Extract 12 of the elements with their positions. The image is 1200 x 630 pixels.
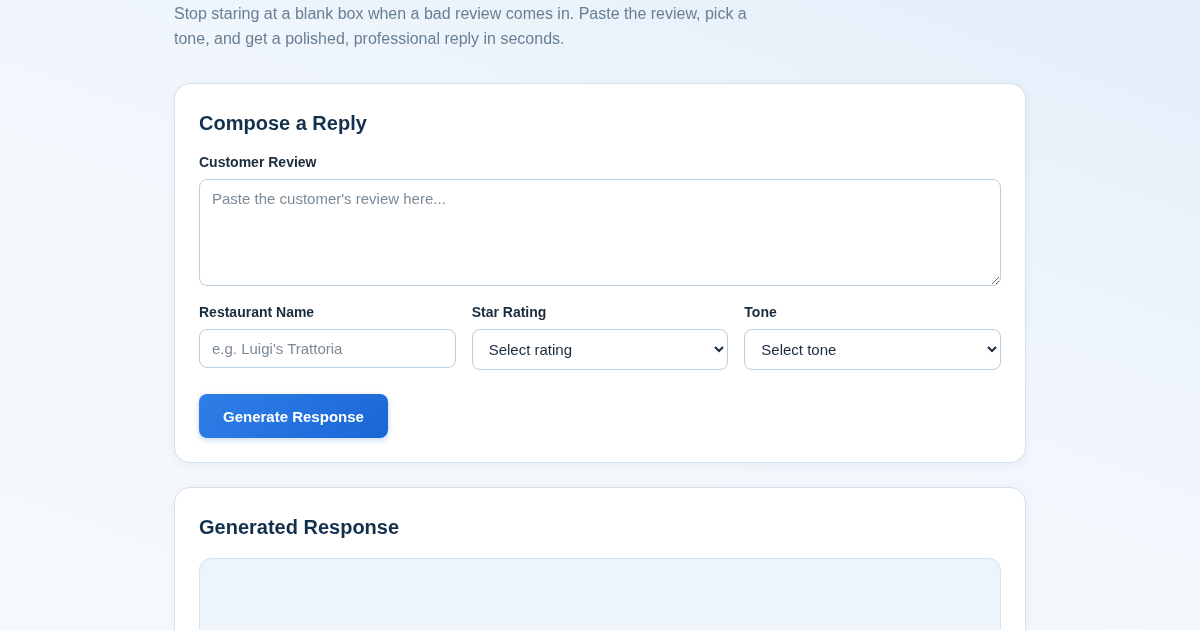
intro-text: Stop staring at a blank box when a bad review comes in. Paste the review, pick a tone, and get a polished, professional reply in seconds. bbox=[174, 4, 748, 49]
card-title: Compose a Reply bbox=[199, 111, 368, 136]
restaurant-name-field[interactable]: e.g. Luigi's Trattoria bbox=[199, 329, 456, 368]
field-label: Restaurant Name bbox=[199, 304, 316, 320]
review-field[interactable]: Paste the customer's review here... bbox=[199, 179, 1001, 286]
card-title: Generated Response bbox=[199, 515, 401, 540]
rating-select[interactable]: Select rating bbox=[471, 329, 729, 370]
field-label: Tone bbox=[744, 304, 778, 320]
field-label: Star Rating bbox=[471, 304, 548, 320]
field-label: Customer Review bbox=[199, 154, 318, 170]
tone-select[interactable]: Select tone bbox=[744, 329, 1001, 370]
generate-button[interactable]: Generate Response bbox=[199, 394, 388, 438]
